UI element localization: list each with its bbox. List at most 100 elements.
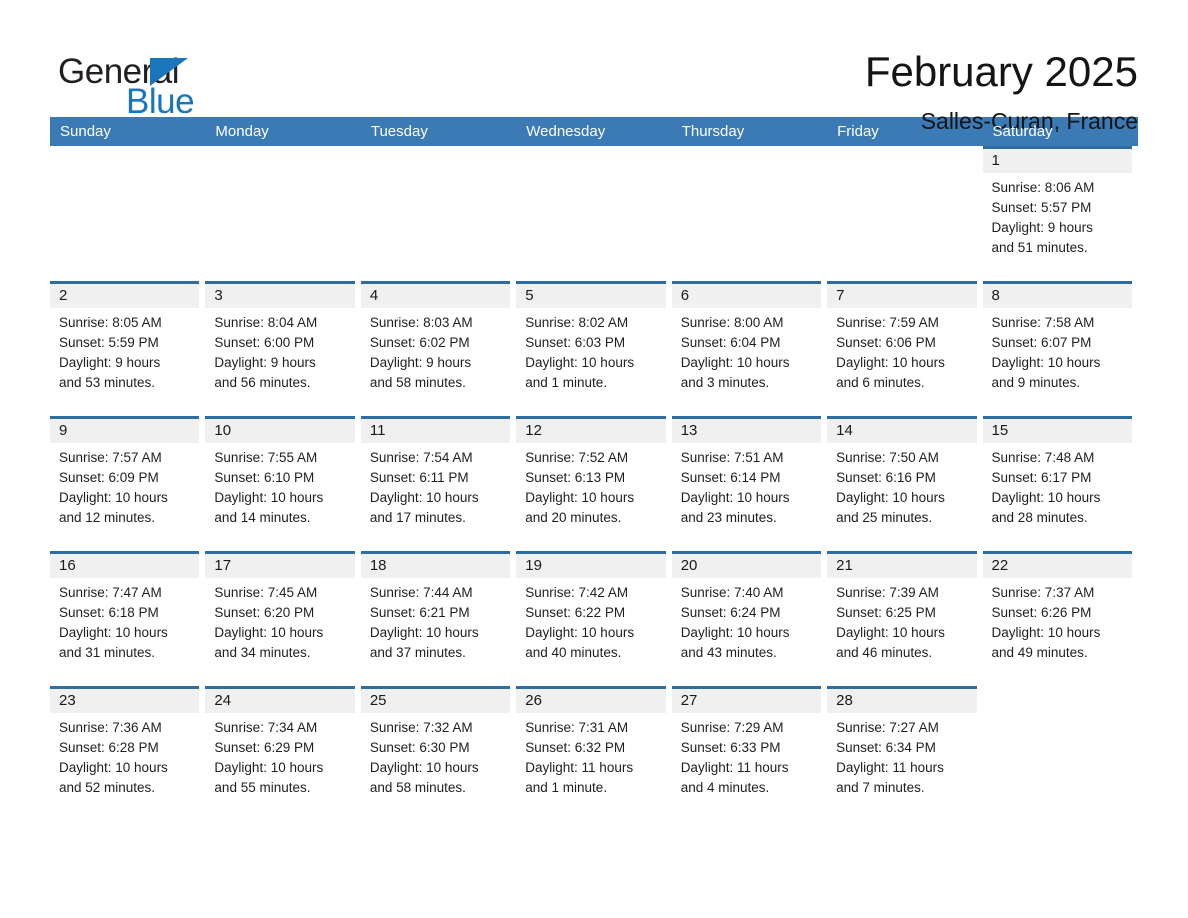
day-details: Sunrise: 8:03 AM Sunset: 6:02 PM Daylight:…: [361, 308, 510, 393]
calendar-day-cell[interactable]: 24 Sunrise: 7:34 AM Sunset: 6:29 PM Dayligh…: [205, 686, 360, 821]
daylight-text-line1: Daylight: 10 hours: [59, 625, 168, 640]
sunset-text: Sunset: 6:29 PM: [214, 740, 315, 755]
daylight-text-line1: Daylight: 10 hours: [214, 760, 324, 775]
calendar-day-cell[interactable]: 27 Sunrise: 7:29 AM Sunset: 6:33 PM Dayligh…: [671, 686, 827, 821]
sunset-text: Sunset: 6:06 PM: [836, 335, 936, 350]
day-number: 8: [982, 284, 1132, 308]
calendar-day-inner: 9 Sunrise: 7:57 AM Sunset: 6:09 PM Daylight…: [50, 416, 200, 551]
daylight-text-line2: and 14 minutes.: [214, 510, 311, 525]
sunrise-text: Sunrise: 7:50 AM: [836, 450, 939, 465]
day-number: 22: [982, 554, 1132, 578]
calendar-week-row: 1 Sunrise: 8:06 AM Sunset: 5:57 PM Daylight…: [50, 146, 1138, 281]
calendar-day-cell[interactable]: 7 Sunrise: 7:59 AM Sunset: 6:06 PM Daylight…: [827, 281, 982, 416]
daylight-text-line1: Daylight: 10 hours: [369, 760, 479, 775]
calendar-day-cell[interactable]: 17 Sunrise: 7:45 AM Sunset: 6:20 PM Dayligh…: [205, 551, 360, 686]
calendar-day-cell[interactable]: 13 Sunrise: 7:51 AM Sunset: 6:14 PM Dayligh…: [671, 416, 827, 551]
calendar-day-inner: [361, 146, 510, 281]
sunset-text: Sunset: 6:07 PM: [991, 335, 1092, 350]
day-number: 14: [827, 419, 977, 443]
calendar-day-cell[interactable]: 6 Sunrise: 8:00 AM Sunset: 6:04 PM Daylight…: [671, 281, 827, 416]
calendar-day-cell[interactable]: 21 Sunrise: 7:39 AM Sunset: 6:25 PM Dayligh…: [827, 551, 982, 686]
calendar-day-inner: 6 Sunrise: 8:00 AM Sunset: 6:04 PM Daylight…: [671, 281, 822, 416]
calendar-day-inner: 26 Sunrise: 7:31 AM Sunset: 6:32 PM Dayligh…: [516, 686, 666, 821]
daylight-text-line2: and 58 minutes.: [369, 375, 466, 390]
sunrise-text: Sunrise: 7:31 AM: [525, 720, 629, 735]
calendar-day-cell[interactable]: 12 Sunrise: 7:52 AM Sunset: 6:13 PM Dayligh…: [516, 416, 671, 551]
calendar-day-cell[interactable]: 14 Sunrise: 7:50 AM Sunset: 6:16 PM Dayligh…: [827, 416, 982, 551]
day-number: 18: [360, 554, 511, 578]
day-number: 21: [827, 554, 977, 578]
daylight-text-line1: Daylight: 10 hours: [680, 355, 790, 370]
sunrise-text: Sunrise: 7:36 AM: [59, 720, 162, 735]
calendar-day-cell[interactable]: 2 Sunrise: 8:05 AM Sunset: 5:59 PM Daylight…: [50, 281, 205, 416]
calendar-day-cell[interactable]: 16 Sunrise: 7:47 AM Sunset: 6:18 PM Dayligh…: [50, 551, 205, 686]
day-details: Sunrise: 7:58 AM Sunset: 6:07 PM Daylight:…: [983, 308, 1132, 393]
day-number: 13: [671, 419, 822, 443]
sunrise-text: Sunrise: 7:57 AM: [59, 450, 162, 465]
daylight-text-line2: and 12 minutes.: [59, 510, 156, 525]
day-details: Sunrise: 8:02 AM Sunset: 6:03 PM Daylight:…: [516, 308, 665, 393]
calendar-day-cell[interactable]: 4 Sunrise: 8:03 AM Sunset: 6:02 PM Daylight…: [360, 281, 516, 416]
day-number: 27: [671, 689, 822, 713]
calendar-day-inner: 17 Sunrise: 7:45 AM Sunset: 6:20 PM Dayligh…: [205, 551, 355, 686]
day-number: 26: [516, 689, 666, 713]
daylight-text-line1: Daylight: 10 hours: [59, 760, 168, 775]
calendar-day-cell[interactable]: 28 Sunrise: 7:27 AM Sunset: 6:34 PM Dayligh…: [827, 686, 982, 821]
calendar-day-cell[interactable]: 25 Sunrise: 7:32 AM Sunset: 6:30 PM Dayligh…: [360, 686, 516, 821]
calendar-day-cell[interactable]: 9 Sunrise: 7:57 AM Sunset: 6:09 PM Daylight…: [50, 416, 205, 551]
calendar-day-cell[interactable]: 11 Sunrise: 7:54 AM Sunset: 6:11 PM Dayligh…: [360, 416, 516, 551]
day-number: 25: [360, 689, 511, 713]
calendar-day-cell[interactable]: 3 Sunrise: 8:04 AM Sunset: 6:00 PM Daylight…: [205, 281, 360, 416]
calendar-day-cell[interactable]: 19 Sunrise: 7:42 AM Sunset: 6:22 PM Dayligh…: [516, 551, 671, 686]
calendar-day-inner: 19 Sunrise: 7:42 AM Sunset: 6:22 PM Dayligh…: [516, 551, 666, 686]
calendar-day-cell-empty: [516, 146, 671, 281]
day-details: Sunrise: 7:31 AM Sunset: 6:32 PM Daylight:…: [516, 713, 665, 798]
day-number: 3: [205, 284, 355, 308]
sunset-text: Sunset: 6:04 PM: [680, 335, 781, 350]
calendar-day-cell[interactable]: 18 Sunrise: 7:44 AM Sunset: 6:21 PM Dayligh…: [360, 551, 516, 686]
calendar-day-cell[interactable]: 5 Sunrise: 8:02 AM Sunset: 6:03 PM Daylight…: [516, 281, 671, 416]
sunrise-text: Sunrise: 8:04 AM: [214, 315, 318, 330]
calendar-day-cell[interactable]: 22 Sunrise: 7:37 AM Sunset: 6:26 PM Dayligh…: [982, 551, 1138, 686]
calendar-day-cell[interactable]: 1 Sunrise: 8:06 AM Sunset: 5:57 PM Daylight…: [982, 146, 1138, 281]
daylight-text-line1: Daylight: 10 hours: [836, 625, 945, 640]
day-details: Sunrise: 8:00 AM Sunset: 6:04 PM Daylight:…: [672, 308, 821, 393]
daylight-text-line2: and 43 minutes.: [680, 645, 777, 660]
daylight-text-line2: and 34 minutes.: [214, 645, 311, 660]
weekday-header-tuesday: Tuesday: [370, 123, 428, 140]
daylight-text-line1: Daylight: 10 hours: [525, 490, 635, 505]
sunrise-text: Sunrise: 7:45 AM: [214, 585, 318, 600]
calendar-day-inner: 10 Sunrise: 7:55 AM Sunset: 6:10 PM Dayligh…: [205, 416, 355, 551]
weekday-header-row: Sunday Monday Tuesday Wednesday Thursday…: [50, 117, 1138, 146]
calendar-day-inner: [827, 146, 976, 281]
calendar-day-inner: 24 Sunrise: 7:34 AM Sunset: 6:29 PM Dayligh…: [205, 686, 355, 821]
daylight-text-line1: Daylight: 9 hours: [59, 355, 161, 370]
weekday-header-friday: Friday: [837, 123, 879, 140]
calendar-day-inner: 3 Sunrise: 8:04 AM Sunset: 6:00 PM Daylight…: [205, 281, 355, 416]
day-number: 11: [360, 419, 511, 443]
calendar-day-inner: 18 Sunrise: 7:44 AM Sunset: 6:21 PM Dayligh…: [360, 551, 511, 686]
sunset-text: Sunset: 6:18 PM: [59, 605, 159, 620]
day-details: Sunrise: 8:05 AM Sunset: 5:59 PM Daylight:…: [50, 308, 199, 393]
calendar-day-inner: 16 Sunrise: 7:47 AM Sunset: 6:18 PM Dayligh…: [50, 551, 200, 686]
page-title: February 2025: [864, 48, 1138, 95]
daylight-text-line1: Daylight: 11 hours: [525, 760, 634, 775]
sunset-text: Sunset: 6:10 PM: [214, 470, 315, 485]
calendar-day-cell[interactable]: 8 Sunrise: 7:58 AM Sunset: 6:07 PM Daylight…: [982, 281, 1138, 416]
daylight-text-line2: and 3 minutes.: [680, 375, 770, 390]
calendar-day-cell[interactable]: 23 Sunrise: 7:36 AM Sunset: 6:28 PM Dayligh…: [50, 686, 205, 821]
calendar-day-cell-empty: [361, 146, 516, 281]
sunset-text: Sunset: 6:30 PM: [369, 740, 470, 755]
day-number: 17: [205, 554, 355, 578]
calendar-day-cell[interactable]: 10 Sunrise: 7:55 AM Sunset: 6:10 PM Dayligh…: [205, 416, 360, 551]
calendar-day-cell[interactable]: 26 Sunrise: 7:31 AM Sunset: 6:32 PM Dayligh…: [516, 686, 671, 821]
daylight-text-line2: and 23 minutes.: [680, 510, 777, 525]
calendar-week-row: 9 Sunrise: 7:57 AM Sunset: 6:09 PM Daylight…: [50, 416, 1138, 551]
calendar-day-inner: 2 Sunrise: 8:05 AM Sunset: 5:59 PM Daylight…: [50, 281, 200, 416]
calendar-day-cell[interactable]: 15 Sunrise: 7:48 AM Sunset: 6:17 PM Dayligh…: [982, 416, 1138, 551]
general-blue-logo: General Blue: [50, 46, 310, 119]
sunrise-text: Sunrise: 7:32 AM: [369, 720, 473, 735]
calendar-day-cell[interactable]: 20 Sunrise: 7:40 AM Sunset: 6:24 PM Dayligh…: [671, 551, 827, 686]
daylight-text-line2: and 53 minutes.: [59, 375, 156, 390]
daylight-text-line1: Daylight: 10 hours: [214, 625, 324, 640]
